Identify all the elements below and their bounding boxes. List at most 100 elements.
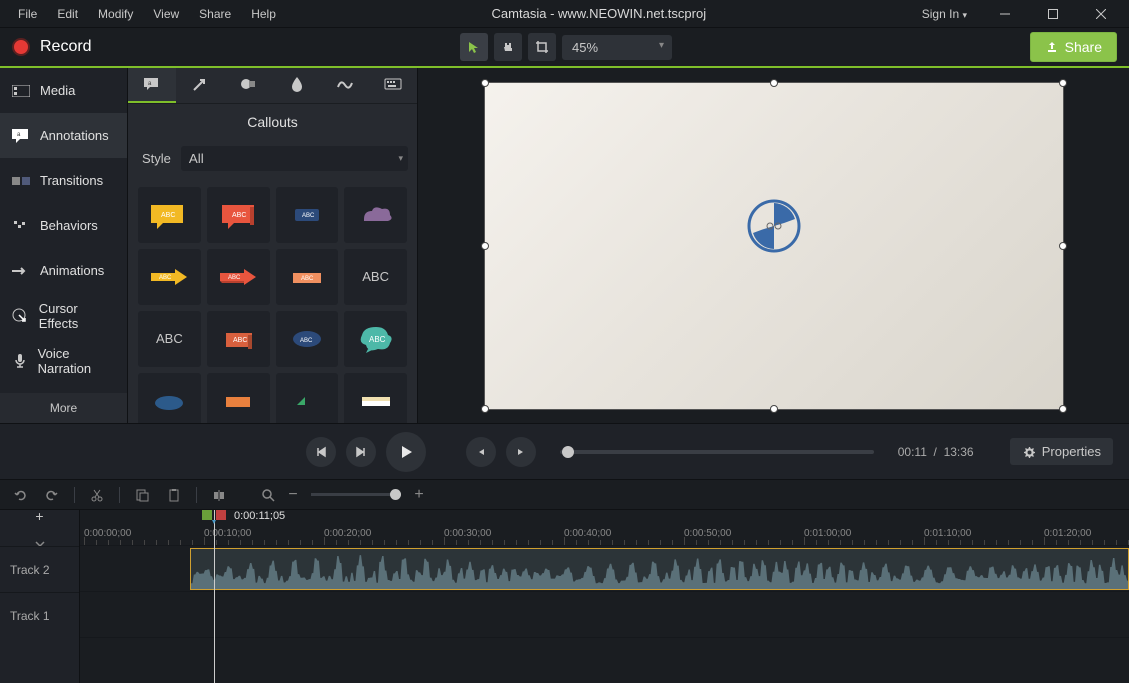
crop-tool[interactable] [528,33,556,61]
resize-handle[interactable] [1059,79,1067,87]
copy-button[interactable] [132,485,152,505]
menu-modify[interactable]: Modify [88,3,143,25]
playback-controls: 00:11 / 13:36 Properties [0,423,1129,479]
annotations-panel: a Callouts Style All ▾ ABC ABC ABC ABC A… [128,68,418,423]
resize-handle[interactable] [1059,242,1067,250]
record-label[interactable]: Record [40,38,92,56]
menu-file[interactable]: File [8,3,47,25]
zoom-slider[interactable] [311,493,401,496]
sidebar-item-media[interactable]: Media [0,68,127,113]
redo-button[interactable] [42,485,62,505]
properties-button[interactable]: Properties [1010,438,1113,465]
sidebar-item-label: Voice Narration [38,346,115,376]
svg-text:ABC: ABC [302,213,315,219]
paste-button[interactable] [164,485,184,505]
maximize-button[interactable] [1033,0,1073,28]
transitions-icon [12,172,30,190]
sidebar-item-cursor-effects[interactable]: Cursor Effects [0,293,127,338]
resize-handle[interactable] [481,242,489,250]
callout-item[interactable]: ABC [344,249,407,305]
resize-handle[interactable] [1059,405,1067,413]
resize-handle[interactable] [481,405,489,413]
signin-button[interactable]: Sign In ▾ [912,3,977,25]
split-button[interactable] [209,485,229,505]
resize-handle[interactable] [770,79,778,87]
undo-button[interactable] [10,485,30,505]
panel-tab-shapes[interactable] [224,68,272,103]
panel-tab-arrows[interactable] [176,68,224,103]
callout-item[interactable] [138,373,201,423]
menu-share[interactable]: Share [189,3,241,25]
sidebar-item-label: Animations [40,263,104,278]
preview-canvas[interactable] [484,82,1064,410]
callout-item[interactable]: ABC [138,187,201,243]
minimize-button[interactable] [985,0,1025,28]
panel-tab-blur[interactable] [273,68,321,103]
sidebar-item-label: Behaviors [40,218,98,233]
timeline-track[interactable] [80,546,1129,592]
zoom-in-button[interactable]: + [409,485,429,505]
share-button[interactable]: Share [1030,32,1117,62]
pan-tool[interactable] [494,33,522,61]
prev-frame-button[interactable] [306,437,336,467]
forward-button[interactable] [506,437,536,467]
playback-slider[interactable] [560,450,874,454]
panel-tab-sketch[interactable] [321,68,369,103]
track-label[interactable]: Track 2 [0,546,79,592]
timeline: + Track 2 Track 1 0:00:00;000:00:10;000:… [0,509,1129,683]
record-icon[interactable] [12,38,30,56]
callout-item[interactable] [344,187,407,243]
select-tool[interactable] [460,33,488,61]
callout-item[interactable]: ABC [138,311,201,367]
cut-button[interactable] [87,485,107,505]
callout-item[interactable]: ABC [207,187,270,243]
callout-item[interactable]: ABC [207,249,270,305]
rewind-button[interactable] [466,437,496,467]
callout-item[interactable]: ABC [276,311,339,367]
record-bar: Record 45% Share [0,28,1129,68]
window-title: Camtasia - www.NEOWIN.net.tscproj [286,6,912,21]
media-icon [12,82,30,100]
sidebar-item-annotations[interactable]: a Annotations [0,113,127,158]
sidebar-item-voice-narration[interactable]: Voice Narration [0,338,127,383]
play-button[interactable] [386,432,426,472]
resize-handle[interactable] [770,405,778,413]
add-track-button[interactable]: + [30,506,50,526]
menu-edit[interactable]: Edit [47,3,88,25]
sidebar-item-behaviors[interactable]: Behaviors [0,203,127,248]
menu-help[interactable]: Help [241,3,286,25]
callout-item[interactable]: ABC [276,249,339,305]
panel-title: Callouts [128,104,417,140]
callout-item[interactable]: ABC [344,311,407,367]
zoom-out-button[interactable]: − [283,485,303,505]
panel-tab-callouts[interactable]: a [128,68,176,103]
sidebar-item-transitions[interactable]: Transitions [0,158,127,203]
sidebar-item-animations[interactable]: Animations [0,248,127,293]
resize-handle[interactable] [481,79,489,87]
sidebar-more[interactable]: More [0,393,127,423]
style-label: Style [142,151,171,166]
next-frame-button[interactable] [346,437,376,467]
svg-text:ABC: ABC [369,335,386,344]
timeline-clip[interactable] [190,548,1129,590]
callout-item[interactable] [207,373,270,423]
svg-text:ABC: ABC [233,337,247,344]
svg-text:ABC: ABC [300,338,313,344]
canvas-zoom-select[interactable]: 45% [562,35,672,60]
svg-text:ABC: ABC [161,212,175,219]
callout-item[interactable]: ABC [138,249,201,305]
callout-item[interactable]: ABC [276,187,339,243]
sidebar-item-label: Transitions [40,173,103,188]
playhead[interactable]: 0:00:11;05 [214,510,215,683]
callout-item[interactable] [344,373,407,423]
timeline-track[interactable] [80,592,1129,638]
svg-text:ABC: ABC [232,212,246,219]
panel-tab-keystroke[interactable] [369,68,417,103]
menu-view[interactable]: View [143,3,189,25]
callout-item[interactable] [276,373,339,423]
callout-item[interactable]: ABC [207,311,270,367]
track-label[interactable]: Track 1 [0,592,79,638]
canvas-area [418,68,1129,423]
style-select[interactable]: All [181,146,409,171]
close-button[interactable] [1081,0,1121,28]
